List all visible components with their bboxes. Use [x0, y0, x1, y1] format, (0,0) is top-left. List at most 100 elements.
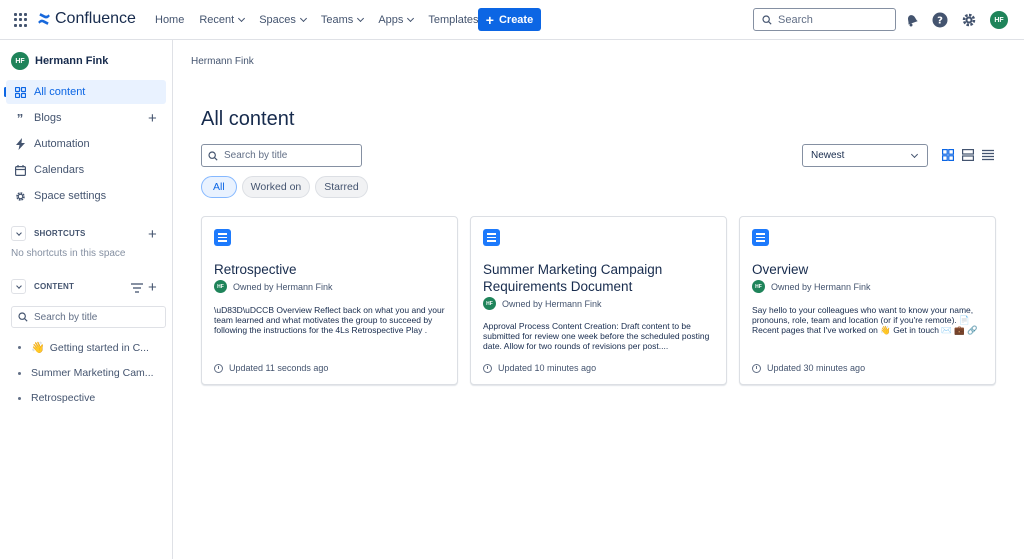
content-filter-search-input[interactable]: Search by title [201, 144, 362, 167]
lightning-icon [14, 138, 26, 150]
content-card-summer-marketing[interactable]: Summer Marketing Campaign Requirements D… [470, 216, 727, 385]
nav-apps-label: Apps [378, 14, 404, 26]
clock-icon [752, 363, 761, 373]
space-sidebar: HF Hermann Fink All content ” Blogs + Au… [0, 40, 173, 559]
add-shortcut-icon[interactable]: + [148, 227, 157, 242]
chevron-down-icon [299, 14, 307, 23]
tree-item-label: Summer Marketing Cam... [31, 367, 154, 379]
nav-recent[interactable]: Recent [199, 12, 246, 28]
content-search-placeholder: Search by title [34, 311, 98, 323]
sidebar-item-all-content[interactable]: All content [6, 80, 166, 104]
global-search-input[interactable]: Search [753, 8, 896, 31]
sidebar-item-label: Space settings [34, 190, 107, 202]
global-search-placeholder: Search [778, 13, 813, 26]
space-header[interactable]: HF Hermann Fink [11, 52, 108, 70]
create-label: Create [498, 13, 534, 26]
card-excerpt: \uD83D\uDCCB Overview Reflect back on wh… [214, 305, 445, 335]
list-view-icon[interactable] [980, 147, 996, 163]
plus-icon: + [485, 11, 494, 28]
nav-spaces[interactable]: Spaces [259, 12, 307, 28]
help-icon[interactable]: ? [932, 12, 948, 28]
settings-icon[interactable] [961, 12, 977, 28]
confluence-logo-icon [38, 13, 50, 25]
owner-text: Owned by Hermann Fink [233, 281, 333, 292]
notifications-icon[interactable] [904, 12, 920, 28]
filter-starred[interactable]: Starred [315, 176, 368, 198]
owner-avatar: HF [214, 280, 227, 293]
add-blog-icon[interactable]: + [148, 111, 157, 126]
sidebar-item-blogs[interactable]: ” Blogs [6, 106, 166, 130]
search-icon [762, 14, 772, 25]
sidebar-item-label: Calendars [34, 164, 85, 176]
nav-home[interactable]: Home [155, 12, 184, 28]
tree-item-summer-marketing[interactable]: Summer Marketing Cam... [18, 367, 154, 379]
filter-worked-on[interactable]: Worked on [241, 176, 311, 198]
page-title: All content [201, 108, 295, 130]
content-filter-placeholder: Search by title [224, 150, 288, 161]
owner-text: Owned by Hermann Fink [502, 298, 602, 309]
owner-avatar: HF [483, 297, 496, 310]
create-button[interactable]: + Create [478, 8, 541, 31]
sidebar-item-space-settings[interactable]: Space settings [6, 184, 166, 208]
owner-text: Owned by Hermann Fink [771, 281, 871, 292]
content-title: CONTENT [34, 282, 75, 291]
updated-text: Updated 30 minutes ago [767, 363, 866, 373]
bullet-dot [18, 346, 21, 349]
content-card-retrospective[interactable]: Retrospective HF Owned by Hermann Fink \… [201, 216, 458, 385]
space-avatar: HF [11, 52, 29, 70]
grid-icon [14, 86, 26, 98]
chevron-down-icon [910, 150, 919, 158]
updated-text: Updated 10 minutes ago [498, 363, 597, 373]
nav-templates[interactable]: Templates [428, 12, 478, 28]
gear-icon [14, 190, 26, 202]
nav-templates-label: Templates [428, 14, 479, 26]
nav-recent-label: Recent [199, 14, 235, 26]
nav-teams-label: Teams [320, 14, 354, 26]
content-card-overview[interactable]: Overview HF Owned by Hermann Fink Say he… [739, 216, 996, 385]
nav-spaces-label: Spaces [259, 14, 296, 26]
card-owner: HF Owned by Hermann Fink [752, 280, 871, 293]
filter-icon[interactable] [131, 283, 143, 296]
top-navigation-bar: Confluence Home Recent Spaces Teams Apps… [0, 0, 1024, 40]
card-owner: HF Owned by Hermann Fink [483, 297, 602, 310]
document-icon [752, 229, 769, 246]
shortcuts-empty-text: No shortcuts in this space [11, 248, 126, 259]
confluence-logo[interactable]: Confluence [37, 10, 136, 28]
main-content: Hermann Fink All content Search by title… [173, 40, 1024, 559]
app-name: Confluence [55, 10, 136, 27]
content-section-header: CONTENT [11, 279, 74, 294]
tree-item-label: Retrospective [31, 392, 96, 404]
card-updated: Updated 11 seconds ago [214, 363, 328, 373]
card-updated: Updated 30 minutes ago [752, 363, 865, 373]
grid-view-icon[interactable] [940, 147, 956, 163]
chevron-down-icon[interactable] [11, 279, 26, 294]
clock-icon [483, 363, 492, 373]
bullet-dot [18, 371, 21, 375]
sort-value: Newest [811, 150, 845, 161]
nav-apps[interactable]: Apps [378, 12, 415, 28]
filter-all[interactable]: All [201, 176, 237, 198]
breadcrumb[interactable]: Hermann Fink [191, 56, 254, 67]
content-search-input[interactable]: Search by title [11, 306, 166, 328]
filter-chips: All Worked on Starred [201, 176, 368, 198]
app-switcher-icon[interactable] [14, 13, 28, 27]
tree-item-getting-started[interactable]: 👋 Getting started in C... [18, 341, 149, 354]
bullet-dot [18, 396, 21, 400]
add-content-icon[interactable]: + [148, 280, 157, 295]
sidebar-item-automation[interactable]: Automation [6, 132, 166, 156]
calendar-icon [14, 164, 26, 176]
compact-list-icon[interactable] [960, 147, 976, 163]
nav-teams[interactable]: Teams [320, 12, 365, 28]
clock-icon [214, 363, 223, 373]
owner-avatar: HF [752, 280, 765, 293]
card-title: Overview [752, 262, 809, 277]
sidebar-item-calendars[interactable]: Calendars [6, 158, 166, 182]
chevron-down-icon[interactable] [11, 226, 26, 241]
card-owner: HF Owned by Hermann Fink [214, 280, 333, 293]
sort-select[interactable]: Newest [802, 144, 928, 167]
card-title: Retrospective [214, 262, 297, 277]
user-avatar[interactable]: HF [990, 11, 1008, 29]
shortcuts-title: SHORTCUTS [34, 229, 86, 238]
sidebar-item-label: Automation [34, 138, 90, 150]
tree-item-retrospective[interactable]: Retrospective [18, 392, 95, 404]
